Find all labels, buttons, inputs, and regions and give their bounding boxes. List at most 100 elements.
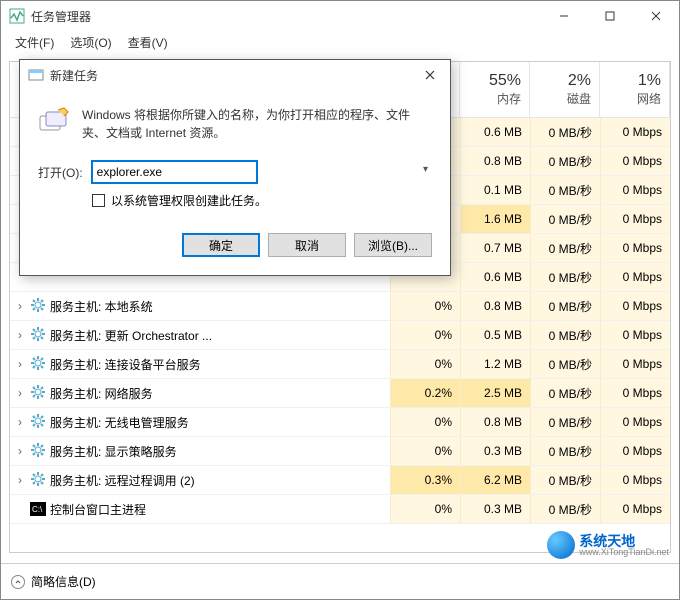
process-name: 服务主机: 远程过程调用 (2) bbox=[50, 472, 195, 489]
cpu-cell: 0% bbox=[390, 350, 460, 378]
dialog-close-button[interactable] bbox=[410, 60, 450, 90]
watermark: 系统天地 www.XiTongTianDi.net bbox=[547, 531, 669, 559]
disk-cell: 0 MB/秒 bbox=[530, 466, 600, 494]
expand-icon[interactable]: › bbox=[14, 328, 26, 342]
mem-cell: 0.8 MB bbox=[460, 147, 530, 175]
cpu-cell: 0% bbox=[390, 321, 460, 349]
disk-cell: 0 MB/秒 bbox=[530, 263, 600, 291]
disk-cell: 0 MB/秒 bbox=[530, 495, 600, 523]
run-dialog-icon bbox=[28, 67, 44, 83]
minimize-button[interactable] bbox=[541, 1, 587, 31]
disk-cell: 0 MB/秒 bbox=[530, 408, 600, 436]
net-cell: 0 Mbps bbox=[600, 350, 670, 378]
expand-icon[interactable]: › bbox=[14, 473, 26, 487]
table-row[interactable]: ›服务主机: 远程过程调用 (2)0.3%6.2 MB0 MB/秒0 Mbps bbox=[10, 466, 670, 495]
net-cell: 0 Mbps bbox=[600, 176, 670, 204]
statusbar: 简略信息(D) bbox=[1, 563, 679, 599]
menu-view[interactable]: 查看(V) bbox=[122, 32, 174, 53]
gear-icon bbox=[30, 442, 46, 461]
watermark-brand: 系统天地 bbox=[579, 534, 669, 548]
window-buttons bbox=[541, 1, 679, 31]
process-name-cell: › 服务主机: 远程过程调用 (2) bbox=[10, 471, 390, 490]
admin-checkbox[interactable] bbox=[92, 194, 105, 207]
browse-button[interactable]: 浏览(B)... bbox=[354, 233, 432, 257]
disk-cell: 0 MB/秒 bbox=[530, 205, 600, 233]
process-name: 服务主机: 更新 Orchestrator ... bbox=[50, 327, 212, 344]
open-input[interactable] bbox=[91, 160, 258, 184]
taskmgr-icon bbox=[9, 8, 25, 24]
gear-icon bbox=[30, 297, 46, 316]
gear-icon bbox=[30, 355, 46, 374]
net-cell: 0 Mbps bbox=[600, 379, 670, 407]
net-cell: 0 Mbps bbox=[600, 437, 670, 465]
net-cell: 0 Mbps bbox=[600, 147, 670, 175]
table-row[interactable]: ›服务主机: 更新 Orchestrator ...0%0.5 MB0 MB/秒… bbox=[10, 321, 670, 350]
menubar: 文件(F) 选项(O) 查看(V) bbox=[1, 31, 679, 53]
gear-icon bbox=[30, 384, 46, 403]
maximize-button[interactable] bbox=[587, 1, 633, 31]
menu-options[interactable]: 选项(O) bbox=[64, 32, 117, 53]
mem-cell: 0.7 MB bbox=[460, 234, 530, 262]
cpu-cell: 0.3% bbox=[390, 466, 460, 494]
mem-cell: 0.8 MB bbox=[460, 408, 530, 436]
table-row[interactable]: C:\控制台窗口主进程0%0.3 MB0 MB/秒0 Mbps bbox=[10, 495, 670, 524]
cancel-button[interactable]: 取消 bbox=[268, 233, 346, 257]
mem-cell: 0.3 MB bbox=[460, 495, 530, 523]
disk-cell: 0 MB/秒 bbox=[530, 292, 600, 320]
table-row[interactable]: › 服务主机: 显示策略服务 0%0.3 MB0 MB/秒0 Mbps bbox=[10, 437, 670, 466]
cpu-cell: 0.2% bbox=[390, 379, 460, 407]
run-dialog: 新建任务 Windows 将根据你所键入的名称，为你打开相应的程序、文件夹、文档… bbox=[19, 59, 451, 276]
mem-cell: 0.3 MB bbox=[460, 437, 530, 465]
process-name-cell: › 服务主机: 显示策略服务 bbox=[10, 442, 390, 461]
net-cell: 0 Mbps bbox=[600, 263, 670, 291]
expand-icon[interactable]: › bbox=[14, 299, 26, 313]
disk-cell: 0 MB/秒 bbox=[530, 437, 600, 465]
disk-cell: 0 MB/秒 bbox=[530, 176, 600, 204]
process-name-cell: ›服务主机: 无线电管理服务 bbox=[10, 413, 390, 432]
disk-cell: 0 MB/秒 bbox=[530, 147, 600, 175]
menu-file[interactable]: 文件(F) bbox=[9, 32, 60, 53]
process-name: 控制台窗口主进程 bbox=[50, 501, 146, 518]
cpu-cell: 0% bbox=[390, 495, 460, 523]
net-cell: 0 Mbps bbox=[600, 292, 670, 320]
ok-button[interactable]: 确定 bbox=[182, 233, 260, 257]
expand-icon[interactable]: › bbox=[14, 357, 26, 371]
disk-cell: 0 MB/秒 bbox=[530, 379, 600, 407]
mem-cell: 2.5 MB bbox=[460, 379, 530, 407]
gear-icon bbox=[30, 413, 46, 432]
process-name-cell: › 服务主机: 本地系统 bbox=[10, 297, 390, 316]
table-row[interactable]: ›服务主机: 连接设备平台服务0%1.2 MB0 MB/秒0 Mbps bbox=[10, 350, 670, 379]
cpu-cell: 0% bbox=[390, 292, 460, 320]
watermark-url: www.XiTongTianDi.net bbox=[579, 548, 669, 557]
process-name: 服务主机: 显示策略服务 bbox=[50, 443, 177, 460]
col-disk[interactable]: 2% 磁盘 bbox=[530, 62, 600, 117]
table-row[interactable]: › 服务主机: 网络服务 0.2%2.5 MB0 MB/秒0 Mbps bbox=[10, 379, 670, 408]
table-row[interactable]: ›服务主机: 无线电管理服务0%0.8 MB0 MB/秒0 Mbps bbox=[10, 408, 670, 437]
cmd-icon: C:\ bbox=[30, 502, 46, 516]
mem-cell: 0.6 MB bbox=[460, 118, 530, 146]
mem-cell: 0.8 MB bbox=[460, 292, 530, 320]
window-titlebar: 任务管理器 bbox=[1, 1, 679, 31]
expand-icon[interactable]: › bbox=[14, 444, 26, 458]
mem-cell: 6.2 MB bbox=[460, 466, 530, 494]
gear-icon bbox=[30, 326, 46, 345]
gear-icon bbox=[30, 471, 46, 490]
details-toggle-icon[interactable] bbox=[11, 575, 25, 589]
chevron-down-icon[interactable]: ▾ bbox=[423, 164, 428, 175]
table-row[interactable]: › 服务主机: 本地系统 0%0.8 MB0 MB/秒0 Mbps bbox=[10, 292, 670, 321]
process-name: 服务主机: 本地系统 bbox=[50, 298, 153, 315]
cpu-cell: 0% bbox=[390, 437, 460, 465]
disk-cell: 0 MB/秒 bbox=[530, 118, 600, 146]
dialog-title: 新建任务 bbox=[50, 67, 410, 84]
run-prompt-icon bbox=[38, 106, 70, 138]
expand-icon[interactable]: › bbox=[14, 386, 26, 400]
process-name-cell: C:\ 控制台窗口主进程 bbox=[10, 501, 390, 518]
expand-icon[interactable]: › bbox=[14, 415, 26, 429]
close-button[interactable] bbox=[633, 1, 679, 31]
col-memory[interactable]: 55% 内存 bbox=[460, 62, 530, 117]
mem-cell: 0.1 MB bbox=[460, 176, 530, 204]
process-name: 服务主机: 网络服务 bbox=[50, 385, 153, 402]
col-network[interactable]: 1% 网络 bbox=[600, 62, 670, 117]
details-toggle-label[interactable]: 简略信息(D) bbox=[31, 573, 96, 590]
mem-cell: 0.6 MB bbox=[460, 263, 530, 291]
